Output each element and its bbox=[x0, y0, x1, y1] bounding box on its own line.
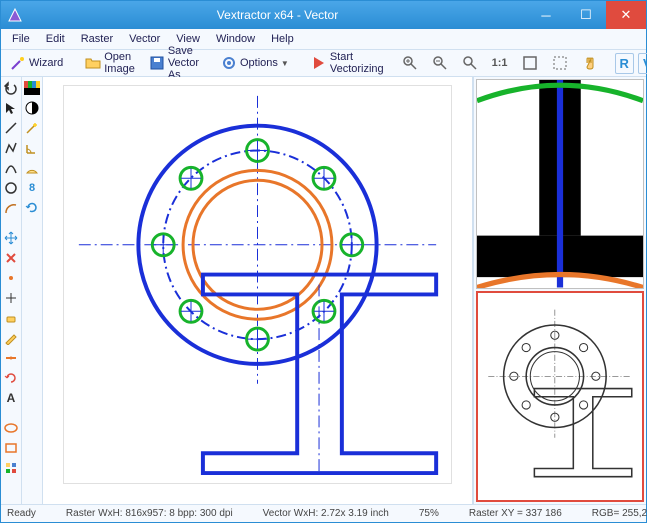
vector-toggle-button[interactable]: V bbox=[638, 53, 647, 74]
status-rgb: RGB= 255,255,25 bbox=[592, 508, 647, 519]
magnifier-panel[interactable] bbox=[476, 79, 644, 289]
delete-tool-button[interactable] bbox=[2, 249, 20, 267]
status-ready: Ready bbox=[7, 508, 36, 519]
status-raster: Raster WxH: 816x957: 8 bpp: 300 dpi bbox=[66, 508, 233, 519]
app-icon bbox=[7, 7, 23, 23]
menu-window[interactable]: Window bbox=[209, 31, 262, 47]
menu-raster[interactable]: Raster bbox=[74, 31, 120, 47]
marquee-button[interactable] bbox=[547, 52, 573, 74]
overview-panel[interactable] bbox=[476, 291, 644, 503]
wizard-button[interactable]: Wizard bbox=[5, 52, 68, 74]
gear-icon bbox=[221, 55, 237, 71]
move-tool-button[interactable] bbox=[2, 229, 20, 247]
zoom-region-icon bbox=[462, 55, 478, 71]
open-image-button[interactable]: Open Image bbox=[80, 48, 140, 78]
wand-icon bbox=[10, 55, 26, 71]
one-to-one-icon: 1:1 bbox=[492, 57, 508, 69]
menubar: File Edit Raster Vector View Window Help bbox=[1, 29, 646, 50]
pan-button[interactable] bbox=[577, 52, 603, 74]
refresh-button[interactable] bbox=[23, 199, 41, 217]
zoom-out-button[interactable] bbox=[427, 52, 453, 74]
contrast-button[interactable] bbox=[23, 99, 41, 117]
join-tool-button[interactable] bbox=[2, 349, 20, 367]
fit-icon bbox=[522, 55, 538, 71]
status-raster-xy: Raster XY = 337 186 bbox=[469, 508, 562, 519]
drawing-svg bbox=[64, 86, 451, 483]
add-point-button[interactable] bbox=[2, 289, 20, 307]
line-tool-button[interactable] bbox=[2, 119, 20, 137]
maximize-button[interactable]: ☐ bbox=[566, 1, 606, 29]
marquee-icon bbox=[552, 55, 568, 71]
vector-v-icon: V bbox=[643, 56, 647, 71]
folder-open-icon bbox=[85, 55, 101, 71]
raster-r-icon: R bbox=[620, 56, 629, 71]
wand-tool-button[interactable] bbox=[23, 119, 41, 137]
text-tool-button[interactable]: A bbox=[2, 389, 20, 407]
hand-icon bbox=[582, 55, 598, 71]
menu-help[interactable]: Help bbox=[264, 31, 301, 47]
status-vector: Vector WxH: 2.72x 3.19 inch bbox=[263, 508, 389, 519]
rotate-tool-button[interactable] bbox=[2, 369, 20, 387]
play-icon bbox=[311, 55, 327, 71]
eraser-tool-button[interactable] bbox=[2, 309, 20, 327]
statusbar: Ready Raster WxH: 816x957: 8 bpp: 300 dp… bbox=[1, 504, 646, 522]
window-buttons: ─ ☐ ✕ bbox=[526, 1, 646, 29]
zoom-in-icon bbox=[402, 55, 418, 71]
status-zoom: 75% bbox=[419, 508, 439, 519]
window-title: Vextractor x64 - Vector bbox=[29, 8, 526, 22]
left-toolbox-2: 8 bbox=[22, 77, 43, 504]
main-toolbar: Wizard Open Image Save Vector As Options… bbox=[1, 50, 646, 77]
ellipse-tool-button[interactable] bbox=[2, 419, 20, 437]
undo-button[interactable] bbox=[2, 79, 20, 97]
workarea: A 8 bbox=[1, 77, 646, 504]
zoom-out-icon bbox=[432, 55, 448, 71]
options-button[interactable]: Options ▼ bbox=[216, 52, 294, 74]
angle-tool-button[interactable] bbox=[23, 139, 41, 157]
grid-tool-button[interactable] bbox=[2, 459, 20, 477]
eight-button[interactable]: 8 bbox=[23, 179, 41, 197]
arc-tool-button[interactable] bbox=[2, 199, 20, 217]
circle-tool-button[interactable] bbox=[2, 179, 20, 197]
main-canvas[interactable] bbox=[63, 85, 452, 484]
zoom-fit-button[interactable] bbox=[517, 52, 543, 74]
overview-svg bbox=[478, 293, 642, 501]
zoom-actual-button[interactable]: 1:1 bbox=[487, 54, 513, 72]
raster-toggle-button[interactable]: R bbox=[615, 53, 634, 74]
polyline-tool-button[interactable] bbox=[2, 139, 20, 157]
protractor-button[interactable] bbox=[23, 159, 41, 177]
minimize-button[interactable]: ─ bbox=[526, 1, 566, 29]
right-panels bbox=[473, 77, 646, 504]
menu-file[interactable]: File bbox=[5, 31, 37, 47]
close-button[interactable]: ✕ bbox=[606, 1, 646, 29]
menu-edit[interactable]: Edit bbox=[39, 31, 72, 47]
dropdown-arrow-icon: ▼ bbox=[281, 59, 289, 68]
magnifier-svg bbox=[477, 80, 643, 288]
start-vectorizing-button[interactable]: Start Vectorizing bbox=[306, 48, 389, 78]
titlebar: Vextractor x64 - Vector ─ ☐ ✕ bbox=[1, 1, 646, 29]
curve-tool-button[interactable] bbox=[2, 159, 20, 177]
save-icon bbox=[149, 55, 165, 71]
app-window: Vextractor x64 - Vector ─ ☐ ✕ File Edit … bbox=[0, 0, 647, 523]
select-button[interactable] bbox=[2, 99, 20, 117]
pencil-tool-button[interactable] bbox=[2, 329, 20, 347]
canvas-container bbox=[43, 77, 473, 504]
zoom-region-button[interactable] bbox=[457, 52, 483, 74]
text-a-icon: A bbox=[7, 391, 16, 405]
eight-icon: 8 bbox=[29, 182, 35, 194]
rect-tool-button[interactable] bbox=[2, 439, 20, 457]
left-toolbox-1: A bbox=[1, 77, 22, 504]
zoom-in-button[interactable] bbox=[397, 52, 423, 74]
color-palette-button[interactable] bbox=[23, 79, 41, 97]
point-tool-button[interactable] bbox=[2, 269, 20, 287]
